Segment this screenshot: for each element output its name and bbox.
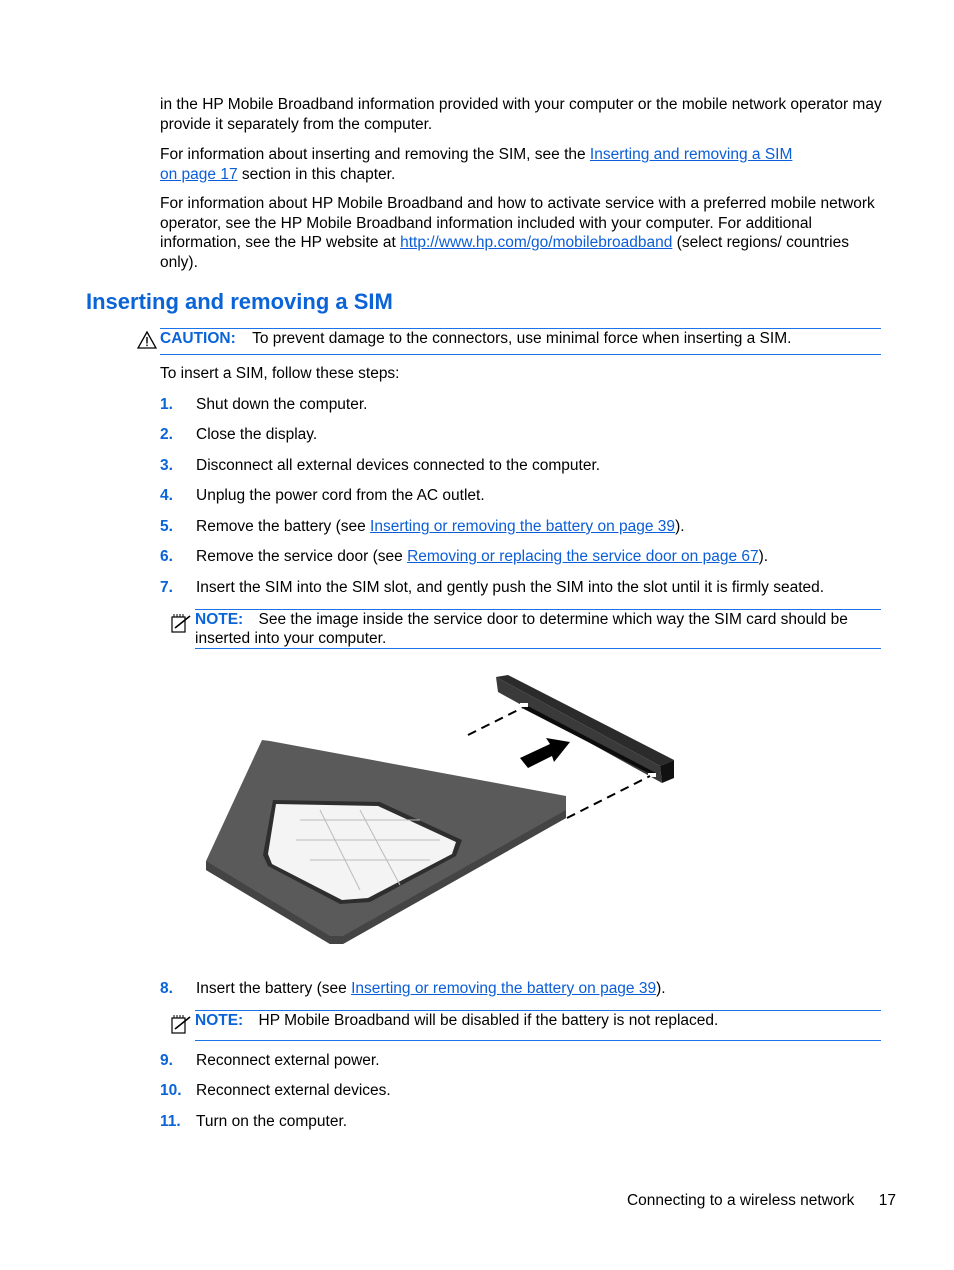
note1-rule-bottom [195,648,881,649]
caution-rule-bottom [160,354,881,355]
page-footer: Connecting to a wireless network 17 [627,1192,896,1210]
intro-paragraph-1: in the HP Mobile Broadband information p… [160,96,882,133]
sim-card-insertion-illustration [206,675,674,944]
caution-label: CAUTION: [160,330,236,347]
note-2: NOTE: HP Mobile Broadband will be disabl… [195,1012,719,1029]
note-1: NOTE: See the image inside the service d… [195,611,848,647]
note-pad-icon [171,614,191,633]
warning-triangle-icon [137,331,157,349]
intro-p2-after: section in this chapter. [237,165,396,183]
steps-lead: To insert a SIM, follow these steps: [160,365,400,382]
section-title: Inserting and removing a SIM [86,289,393,314]
page-number: 17 [878,1192,896,1209]
footer-section-title: Connecting to a wireless network [626,1192,855,1209]
intro-paragraph-3: For information about HP Mobile Broadban… [160,195,875,271]
intro-paragraph-2: For information about inserting and remo… [160,145,885,184]
note2-rule-bottom [195,1040,881,1041]
link-hp-mobilebroadband[interactable]: http://www.hp.com/go/mobilebroadband [400,234,672,251]
link-battery-page-39[interactable]: Inserting or removing the battery on pag… [370,518,675,535]
intro-p2-text: For information about inserting and remo… [160,146,590,163]
link-battery-page-39-b[interactable]: Inserting or removing the battery on pag… [351,980,656,997]
caution-text: To prevent damage to the connectors, use… [252,330,792,347]
caution-note: CAUTION: To prevent damage to the connec… [160,329,791,348]
note-pad-icon [171,1015,191,1034]
link-service-door-page-67[interactable]: Removing or replacing the service door o… [407,548,759,565]
